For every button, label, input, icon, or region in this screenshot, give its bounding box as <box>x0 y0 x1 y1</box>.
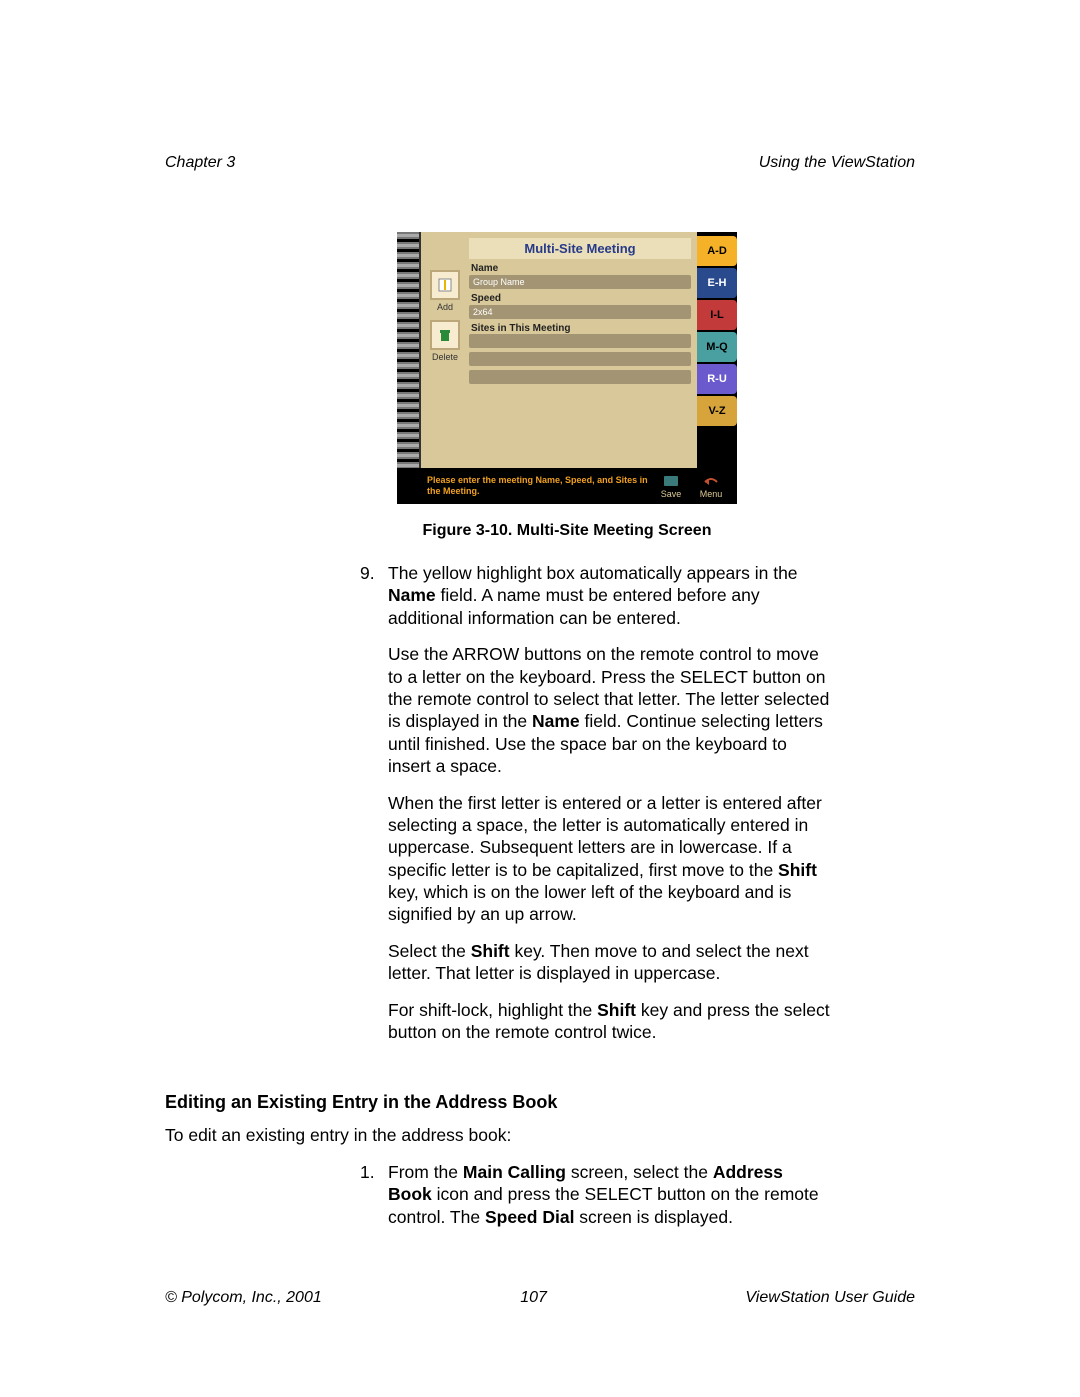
index-tab: A-D <box>697 236 737 266</box>
copyright: © Polycom, Inc., 2001 <box>165 1289 322 1307</box>
index-tab: M-Q <box>697 332 737 362</box>
intro-paragraph: To edit an existing entry in the address… <box>165 1124 830 1146</box>
menu-button: Menu <box>691 474 731 499</box>
index-tab: I-L <box>697 300 737 330</box>
figure-screenshot: Add Delete Multi-Site Meeting Name Group… <box>397 232 737 540</box>
index-tab: R-U <box>697 364 737 394</box>
paragraph: When the first letter is entered or a le… <box>388 792 830 926</box>
speed-field: 2x64 <box>469 305 691 319</box>
page-footer: © Polycom, Inc., 2001 107 ViewStation Us… <box>165 1289 915 1307</box>
page-number: 107 <box>520 1289 547 1307</box>
add-label: Add <box>437 302 453 312</box>
step-9: 9. The yellow highlight box automaticall… <box>360 562 830 1043</box>
index-tab: V-Z <box>697 396 737 426</box>
site-row <box>469 352 691 366</box>
site-row <box>469 370 691 384</box>
add-icon <box>430 270 460 300</box>
paragraph: Use the ARROW buttons on the remote cont… <box>388 643 830 777</box>
name-field: Group Name <box>469 275 691 289</box>
paragraph: For shift-lock, highlight the Shift key … <box>388 999 830 1044</box>
site-row <box>469 334 691 348</box>
screen-title: Multi-Site Meeting <box>469 238 691 259</box>
guide-name: ViewStation User Guide <box>745 1289 915 1307</box>
name-label: Name <box>471 263 691 274</box>
edit-step-1: 1. From the Main Calling screen, select … <box>360 1161 830 1228</box>
paragraph: Select the Shift key. Then move to and s… <box>388 940 830 985</box>
delete-label: Delete <box>432 352 458 362</box>
page-header: Chapter 3 Using the ViewStation <box>165 154 915 172</box>
index-tab: E-H <box>697 268 737 298</box>
sites-label: Sites in This Meeting <box>471 323 691 334</box>
figure-caption: Figure 3-10. Multi-Site Meeting Screen <box>397 522 737 540</box>
prompt-text: Please enter the meeting Name, Speed, an… <box>403 475 651 497</box>
save-button: Save <box>651 474 691 499</box>
section-heading: Editing an Existing Entry in the Address… <box>165 1091 830 1114</box>
spiral-binding <box>397 232 421 468</box>
delete-icon <box>430 320 460 350</box>
section-label: Using the ViewStation <box>759 154 915 172</box>
chapter-label: Chapter 3 <box>165 154 235 172</box>
speed-label: Speed <box>471 293 691 304</box>
step-number: 9. <box>360 562 388 1043</box>
step-number: 1. <box>360 1161 388 1228</box>
paragraph: The yellow highlight box automatically a… <box>388 562 830 629</box>
paragraph: From the Main Calling screen, select the… <box>388 1161 830 1228</box>
